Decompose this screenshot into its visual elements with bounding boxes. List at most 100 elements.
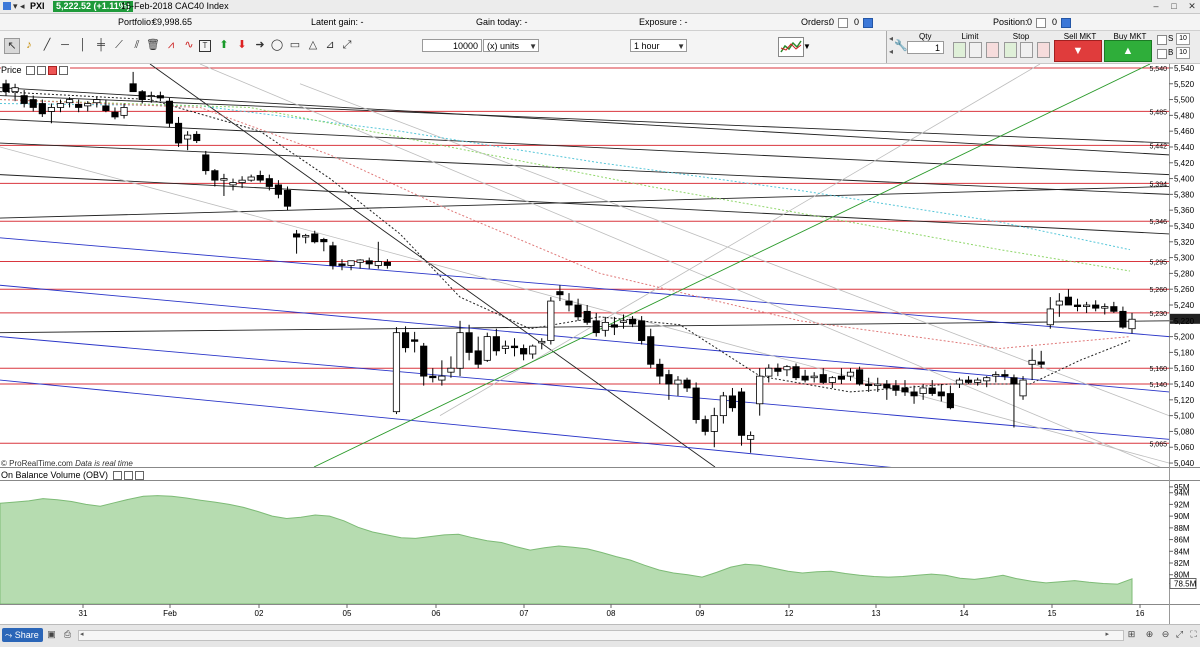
candle[interactable] — [256, 170, 264, 183]
candle[interactable] — [964, 376, 973, 385]
measure-icon[interactable]: ⊿ — [323, 38, 337, 52]
candle[interactable] — [501, 340, 510, 355]
panel-arrow-icon[interactable]: ◂ — [889, 34, 893, 43]
arrow-right-icon[interactable]: ➜ — [253, 38, 267, 52]
stop-sell-button[interactable] — [1037, 42, 1050, 58]
candle[interactable] — [302, 233, 310, 244]
candle[interactable] — [401, 326, 410, 353]
fullscreen-icon[interactable]: ⛶ — [1188, 629, 1199, 640]
candle[interactable] — [1010, 374, 1018, 428]
candle[interactable] — [456, 320, 464, 377]
app-menu-icon[interactable] — [2, 1, 12, 11]
maximize-icon[interactable]: □ — [1168, 1, 1180, 11]
candle[interactable] — [247, 174, 255, 182]
candle[interactable] — [220, 173, 228, 196]
candle[interactable] — [383, 259, 391, 269]
chart-style-icon[interactable] — [778, 37, 804, 57]
bell-icon[interactable]: ♪ — [22, 38, 36, 52]
candle[interactable] — [474, 336, 482, 369]
candle[interactable] — [510, 338, 519, 357]
horizontal-scrollbar[interactable]: ◂ ▸ — [78, 630, 1124, 641]
limit-buy-button[interactable] — [953, 42, 966, 58]
candle[interactable] — [719, 391, 727, 424]
fibonacci-icon[interactable]: ╪ — [94, 38, 108, 52]
candle[interactable] — [56, 99, 65, 113]
s-checkbox[interactable] — [1157, 35, 1167, 45]
candle[interactable] — [283, 186, 292, 211]
candle[interactable] — [946, 385, 954, 410]
quantity-input[interactable]: 10000 — [422, 39, 482, 52]
candle[interactable] — [120, 103, 128, 119]
rectangle-icon[interactable]: ▭ — [288, 38, 302, 52]
arrow-down-icon[interactable]: ⬇ — [235, 38, 249, 52]
camera-icon[interactable]: ▣ — [46, 629, 57, 640]
candle[interactable] — [547, 297, 555, 345]
candle[interactable] — [656, 358, 664, 385]
candle[interactable] — [238, 176, 246, 189]
candle[interactable] — [293, 229, 301, 254]
orders-box-icon[interactable] — [836, 17, 848, 28]
scroll-left-icon[interactable]: ◂ — [80, 630, 84, 638]
candle[interactable] — [819, 368, 827, 385]
candle[interactable] — [329, 241, 337, 270]
candle[interactable] — [792, 363, 800, 381]
candle[interactable] — [374, 241, 382, 269]
expand-chart-icon[interactable]: ⊞ — [1126, 629, 1137, 640]
candle[interactable] — [1092, 300, 1100, 312]
candle[interactable] — [565, 293, 573, 312]
vertical-line-icon[interactable]: │ — [76, 38, 90, 52]
timeframe-select[interactable]: 1 hour ▼ — [630, 39, 687, 52]
candle[interactable] — [111, 107, 119, 120]
panel-arrow-icon[interactable]: ◂ — [889, 47, 893, 56]
candle[interactable] — [856, 366, 864, 386]
candle[interactable] — [1046, 297, 1054, 329]
candle[interactable] — [892, 380, 900, 396]
b-checkbox[interactable] — [1157, 49, 1167, 59]
zoom-out-icon[interactable]: ⊖ — [1160, 629, 1171, 640]
candle[interactable] — [683, 377, 691, 392]
candle[interactable] — [38, 99, 46, 117]
candle[interactable] — [583, 305, 591, 325]
candle[interactable] — [347, 260, 355, 271]
obv-area[interactable] — [0, 495, 1133, 605]
candle[interactable] — [338, 259, 346, 271]
candle[interactable] — [810, 372, 818, 383]
candle[interactable] — [229, 178, 237, 191]
candle[interactable] — [47, 103, 55, 124]
candle[interactable] — [29, 95, 37, 112]
candle[interactable] — [937, 384, 945, 402]
candle[interactable] — [129, 71, 137, 93]
candle[interactable] — [447, 356, 455, 378]
qty-input[interactable]: 1 — [907, 41, 944, 54]
limit-sell-button[interactable] — [986, 42, 999, 58]
candle[interactable] — [1110, 301, 1118, 313]
b-value[interactable]: 10 — [1176, 47, 1190, 59]
candle[interactable] — [75, 99, 83, 113]
candle[interactable] — [174, 116, 183, 147]
candle[interactable] — [1119, 306, 1127, 329]
stop-buy-button[interactable] — [1004, 42, 1017, 58]
candle[interactable] — [801, 369, 809, 383]
position-window-icon[interactable] — [1059, 17, 1071, 28]
candle[interactable] — [392, 327, 401, 415]
candle[interactable] — [420, 342, 428, 386]
candle[interactable] — [728, 387, 737, 412]
candle[interactable] — [692, 382, 700, 424]
position-box-icon[interactable] — [1034, 17, 1046, 28]
wave-icon[interactable]: ∿ — [182, 38, 196, 52]
candle[interactable] — [93, 96, 101, 108]
stop-input-button[interactable] — [1020, 42, 1033, 58]
zigzag-icon[interactable]: ⩘ — [164, 38, 178, 52]
trash-icon[interactable]: 🗑 — [146, 38, 160, 52]
close-panel-icon[interactable] — [59, 66, 69, 76]
window-icon[interactable] — [37, 66, 47, 76]
wrench-icon[interactable] — [26, 66, 36, 76]
candle[interactable] — [1019, 376, 1027, 400]
candle[interactable] — [193, 131, 201, 144]
expand-icon[interactable]: ⤢ — [340, 38, 354, 52]
units-select[interactable]: (x) units ▼ — [483, 39, 539, 52]
candle[interactable] — [492, 328, 500, 356]
candle[interactable] — [983, 376, 991, 388]
close-panel-icon[interactable] — [134, 471, 144, 481]
candle[interactable] — [147, 91, 155, 103]
